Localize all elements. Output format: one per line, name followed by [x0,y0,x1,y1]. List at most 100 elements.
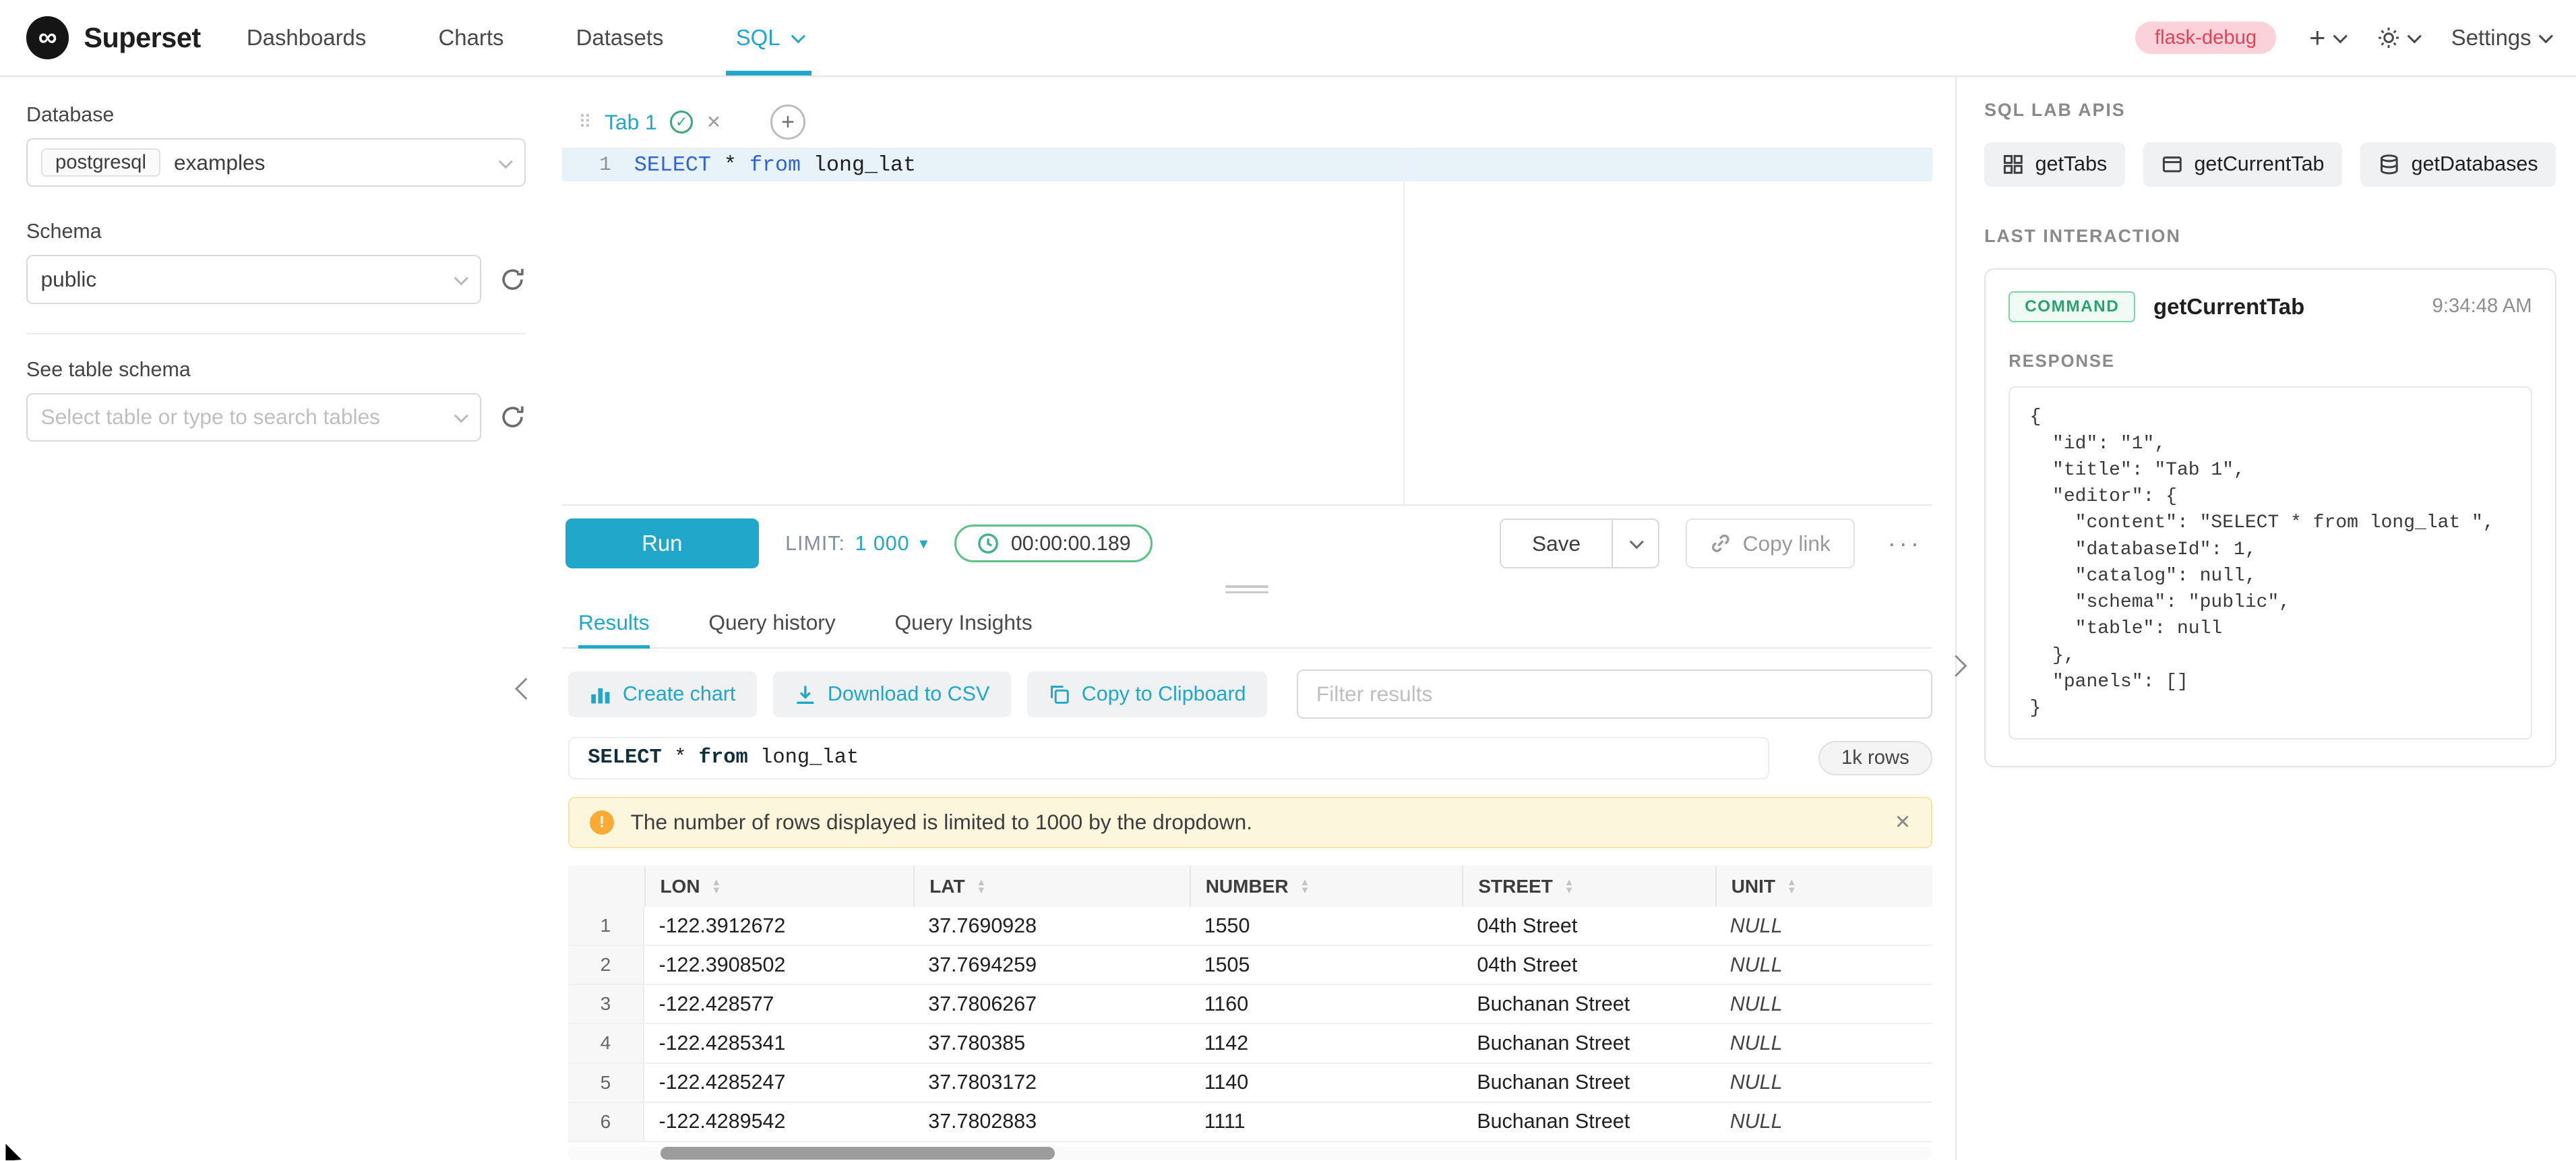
run-button[interactable]: Run [565,518,760,568]
nav-label: SQL [736,25,780,51]
save-button[interactable]: Save [1500,518,1614,568]
sort-icon: ▲▼ [1564,879,1574,895]
warning-icon: ! [590,810,615,835]
theme-menu[interactable] [2377,26,2419,49]
collapse-left-panel-button[interactable] [513,672,539,705]
tab-query-history[interactable]: Query history [708,597,835,647]
sort-icon: ▲▼ [1787,879,1796,895]
command-timestamp: 9:34:48 AM [2432,295,2532,318]
row-limit-alert: ! The number of rows displayed is limite… [568,797,1932,847]
copy-link-button[interactable]: Copy link [1686,518,1855,568]
table-select[interactable]: Select table or type to search tables [26,393,481,442]
copy-to-clipboard-button[interactable]: Copy to Clipboard [1027,672,1267,717]
pane-resize-handle[interactable] [562,581,1932,597]
navbar: ∞ Superset Dashboards Charts Datasets SQ… [0,0,2576,77]
column-header-street[interactable]: STREET▲▼ [1462,866,1715,907]
close-alert-icon[interactable]: ✕ [1895,810,1911,834]
sql-token: * [711,153,749,177]
nav-item-sql[interactable]: SQL [736,0,802,76]
results-table-header: LON▲▼ LAT▲▼ NUMBER▲▼ STREET▲▼ UNIT▲▼ [568,866,1932,907]
more-options-button[interactable]: ··· [1881,529,1929,558]
database-select[interactable]: postgresql examples [26,138,526,187]
refresh-schemas-icon[interactable] [499,266,526,293]
sql-editor-area: ⠿ Tab 1 ✓ ✕ + 1 SELECT * from long_lat R… [552,77,1955,1160]
column-header-lon[interactable]: LON▲▼ [644,866,914,907]
last-interaction-card: COMMAND getCurrentTab 9:34:48 AM RESPONS… [1984,268,2556,767]
drag-handle-icon: ⠿ [578,112,592,133]
chevron-down-icon [454,409,468,423]
superset-logo-icon: ∞ [26,16,69,59]
limit-value: 1 000 [855,532,910,556]
schema-value: public [41,267,97,292]
nav-item-dashboards[interactable]: Dashboards [247,0,366,76]
column-label: UNIT [1731,876,1775,897]
collapse-right-panel-button[interactable] [1943,649,1969,682]
tab-label: Query Insights [894,610,1032,635]
line-number: 1 [562,149,611,182]
chevron-down-icon [454,271,468,285]
brand-title: Superset [84,22,200,54]
schema-select[interactable]: public [26,255,481,303]
api-buttons: getTabs getCurrentTab getDatabases [1984,142,2556,187]
download-csv-button[interactable]: Download to CSV [773,672,1011,717]
cell-unit: NULL [1715,1024,1932,1062]
nav-item-charts[interactable]: Charts [439,0,504,76]
sql-keyword: from [749,153,801,177]
row-number-cell: 2 [568,946,644,984]
cell-street: Buchanan Street [1462,1024,1715,1062]
nav-item-datasets[interactable]: Datasets [576,0,664,76]
create-chart-button[interactable]: Create chart [568,672,757,717]
table-row[interactable]: 6 -122.4289542 37.7802883 1111 Buchanan … [568,1103,1932,1142]
brand[interactable]: ∞ Superset [26,16,201,59]
save-dropdown-button[interactable] [1613,518,1659,568]
settings-menu[interactable]: Settings [2451,25,2550,51]
column-header-unit[interactable]: UNIT ▲▼ [1715,866,1932,907]
table-row[interactable]: 4 -122.4285341 37.780385 1142 Buchanan S… [568,1024,1932,1063]
get-current-tab-button[interactable]: getCurrentTab [2143,142,2342,187]
close-tab-icon[interactable]: ✕ [706,112,721,133]
editor-tab[interactable]: ⠿ Tab 1 ✓ ✕ [562,96,738,147]
row-count-badge: 1k rows [1818,741,1932,776]
chevron-down-icon [1630,535,1644,549]
column-label: LON [660,876,700,897]
sql-lab-left-panel: Database postgresql examples Schema publ… [0,77,552,1160]
cell-street: Buchanan Street [1462,1103,1715,1141]
button-label: getCurrentTab [2194,152,2324,176]
executed-query-preview: SELECT * from long_lat [568,737,1769,779]
limit-dropdown[interactable]: LIMIT: 1 000 ▾ [785,532,928,556]
row-number-cell: 6 [568,1103,644,1141]
cell-street: 04th Street [1462,946,1715,984]
cell-unit: NULL [1715,1064,1932,1102]
filter-results-input[interactable] [1297,669,1932,719]
response-json: { "id": "1", "title": "Tab 1", "editor":… [2008,386,2532,740]
sidebar-divider [26,333,526,334]
table-row[interactable]: 2 -122.3908502 37.7694259 1505 04th Stre… [568,946,1932,985]
navbar-right: flask-debug + Settings [2135,22,2550,54]
refresh-tables-icon[interactable] [499,404,526,430]
cell-lat: 37.7802883 [913,1103,1190,1141]
get-tabs-button[interactable]: getTabs [1984,142,2125,187]
table-row[interactable]: 1 -122.3912672 37.7690928 1550 04th Stre… [568,907,1932,946]
tab-query-insights[interactable]: Query Insights [894,597,1032,647]
horizontal-scrollbar-thumb[interactable] [661,1147,1055,1160]
new-item-menu[interactable]: + [2309,24,2344,51]
alert-message: The number of rows displayed is limited … [631,810,1253,835]
settings-label: Settings [2451,25,2532,51]
chevron-down-icon [2407,30,2421,44]
add-tab-button[interactable]: + [770,105,805,139]
copy-icon [1049,684,1070,705]
column-header-lat[interactable]: LAT▲▼ [913,866,1190,907]
chevron-down-icon [2538,30,2552,44]
table-row[interactable]: 3 -122.428577 37.7806267 1160 Buchanan S… [568,985,1932,1024]
grid-icon [2002,154,2024,175]
schema-label: Schema [26,220,526,243]
column-label: NUMBER [1206,876,1289,897]
tab-results[interactable]: Results [578,597,650,647]
table-row[interactable]: 5 -122.4285247 37.7803172 1140 Buchanan … [568,1064,1932,1103]
button-label: getDatabases [2412,152,2538,176]
get-databases-button[interactable]: getDatabases [2360,142,2556,187]
sql-code-editor[interactable]: 1 SELECT * from long_lat [562,149,1932,506]
column-header-number[interactable]: NUMBER▲▼ [1190,866,1463,907]
database-engine-tag: postgresql [41,148,161,177]
database-label: Database [26,103,526,127]
